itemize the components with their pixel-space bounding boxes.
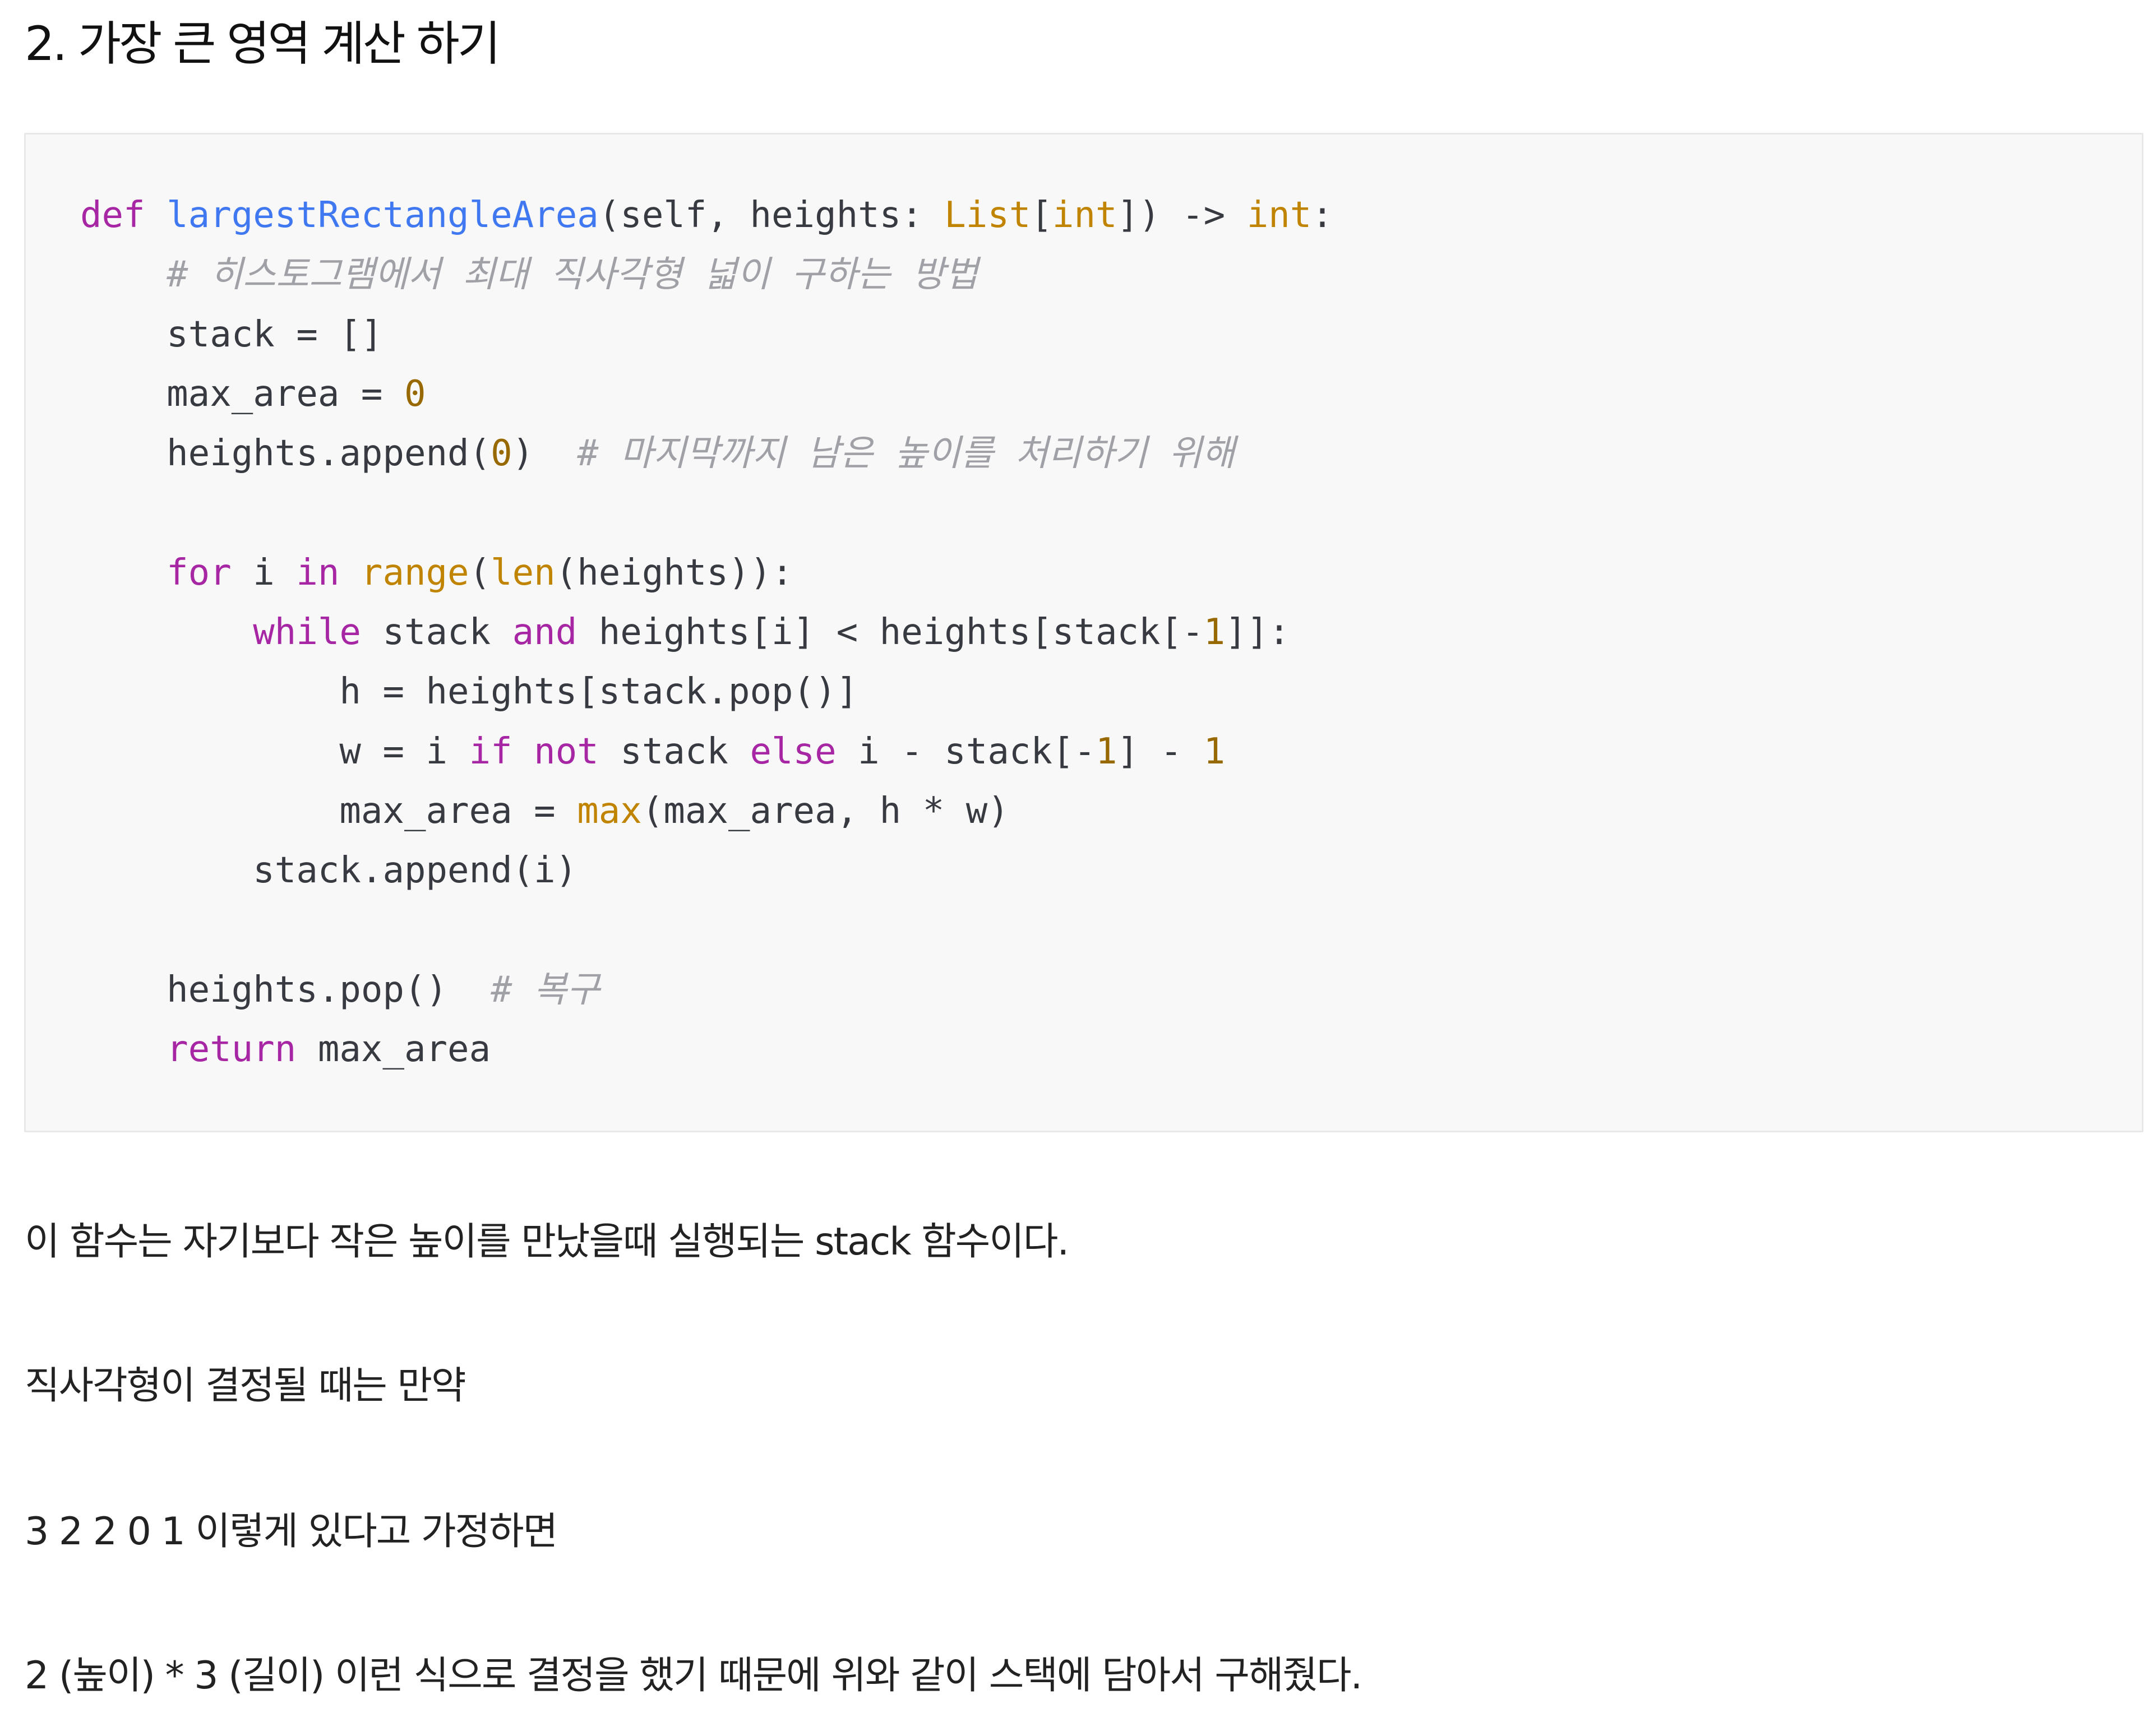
code-keyword: if [469,730,512,772]
code-number: 1 [1203,730,1226,772]
code-text: i [231,552,297,594]
code-text: heights.append( [80,433,491,475]
code-function-name: largestRectangleArea [167,195,599,236]
code-text: ) [512,433,577,475]
code-line: max_area = 0 [80,364,1333,424]
code-number: 1 [1203,612,1226,654]
code-text: max_area = [80,373,404,415]
code-line: stack = [] [80,305,1333,364]
code-comment: # 히스토그램에서 최대 직사각형 넓이 구하는 방법 [167,254,978,296]
code-text: ]) -> [1117,195,1247,236]
code-text: stack [361,612,512,654]
code-builtin: int [1052,195,1117,236]
code-text: ]]: [1225,612,1290,654]
code-text: ] - [1117,730,1204,772]
code-line: stack.append(i) [80,841,1333,900]
code-text: (max_area, h * w) [641,790,1009,832]
paragraph-rectangle-condition: 직사각형이 결정될 때는 만약 [25,1364,466,1408]
code-text: heights.pop() [80,969,491,1011]
code-builtin: List [944,195,1031,236]
section-heading: 2. 가장 큰 영역 계산 하기 [25,16,501,71]
code-line: return max_area [80,1020,1333,1079]
code-text: ( [469,552,491,594]
code-line: def largestRectangleArea(self, heights: … [80,186,1333,245]
code-keyword: while [253,612,361,654]
code-content: def largestRectangleArea(self, heights: … [80,186,1333,1079]
code-comment: # 마지막까지 남은 높이를 처리하기 위해 [577,433,1235,475]
code-builtin: range [361,552,469,594]
code-line: w = i if not stack else i - stack[-1] - … [80,722,1333,781]
paragraph-example-result: 2 (높이) * 3 (길이) 이런 식으로 결정을 했기 때문에 위와 같이 … [25,1654,1362,1698]
code-line: heights.append(0) # 마지막까지 남은 높이를 처리하기 위해 [80,424,1333,483]
code-line: while stack and heights[i] < heights[sta… [80,603,1333,662]
code-text: max_area = [80,790,577,832]
code-line: ​ [80,901,1333,960]
code-builtin: max [577,790,642,832]
code-keyword: in [296,552,340,594]
code-keyword: else [750,730,837,772]
code-line: ​ [80,483,1333,543]
code-keyword: and [512,612,577,654]
code-text: h = heights[stack.pop()] [80,671,858,713]
code-block: def largestRectangleArea(self, heights: … [24,133,2143,1132]
code-line: for i in range(len(heights)): [80,543,1333,603]
code-text: max_area [296,1029,491,1071]
code-keyword: for [167,552,232,594]
code-text: stack [598,730,750,772]
paragraph-stack-description: 이 함수는 자기보다 작은 높이를 만났을때 실행되는 stack 함수이다. [25,1220,1069,1264]
code-line: h = heights[stack.pop()] [80,662,1333,721]
code-line: # 히스토그램에서 최대 직사각형 넓이 구하는 방법 [80,245,1333,304]
code-text: (self, heights: [598,195,945,236]
code-builtin: len [491,552,556,594]
code-text: stack = [] [80,313,383,355]
code-text: : [1311,195,1333,236]
code-builtin: int [1246,195,1312,236]
code-text: [ [1031,195,1052,236]
code-line: max_area = max(max_area, h * w) [80,781,1333,841]
code-number: 1 [1095,730,1117,772]
code-text: stack.append(i) [80,850,577,892]
paragraph-example-heights: 3 2 2 0 1 이렇게 있다고 가정하면 [25,1510,558,1554]
code-number: 0 [404,373,426,415]
code-text: heights[i] < heights[stack[- [577,612,1204,654]
code-keyword: not [534,730,599,772]
code-line: heights.pop() # 복구 [80,960,1333,1020]
code-text: w = i [80,730,469,772]
code-text: i - stack[- [836,730,1096,772]
code-text: (heights)): [555,552,793,594]
code-keyword: return [167,1029,297,1071]
code-number: 0 [491,433,512,475]
code-comment: # 복구 [491,969,600,1011]
code-keyword: def [80,195,145,236]
